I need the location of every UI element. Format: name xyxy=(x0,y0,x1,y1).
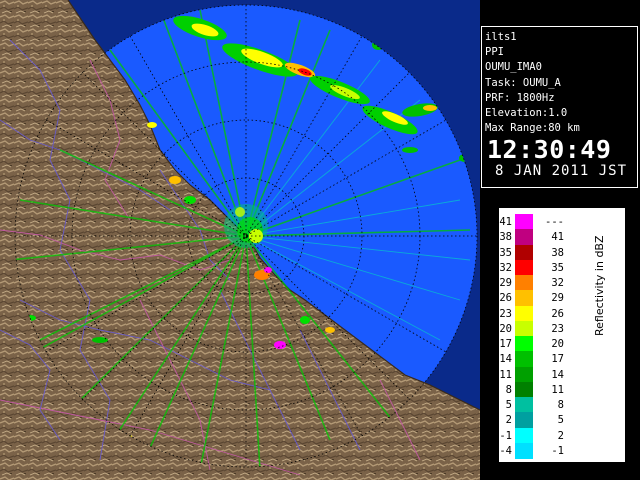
legend-swatch xyxy=(515,290,533,306)
legend-swatch xyxy=(515,412,533,428)
reflectivity-legend: >41 38 35 32 29 26 23 20 17 14 11 8 5 2 -1 -4 --- 41 38 35… xyxy=(493,207,626,463)
legend-unit-label: Reflectivity in dBZ xyxy=(593,235,606,336)
legend-right-label: -1 xyxy=(551,444,564,457)
legend-right-label: 32 xyxy=(551,277,564,289)
legend-left-label: 17 xyxy=(499,338,512,350)
observation-date: 8 JAN 2011 JST xyxy=(495,163,628,180)
legend-swatch xyxy=(515,366,533,383)
info-panel: ilts1 PPI OUMU_IMA0 Task: OUMU_A PRF: 18… xyxy=(481,26,638,188)
legend-swatch xyxy=(515,381,533,398)
legend-left-label: 29 xyxy=(499,277,512,289)
prf-value: PRF: 1800Hz xyxy=(485,91,555,104)
legend-left-label: 32 xyxy=(499,261,512,274)
legend-left-label: 35 xyxy=(499,246,512,259)
legend-swatch xyxy=(515,442,533,459)
legend-left-label: 14 xyxy=(499,353,512,366)
legend-swatch xyxy=(515,336,533,352)
legend-left-label: -1 xyxy=(499,429,512,442)
task-name: Task: OUMU_A xyxy=(485,76,561,89)
legend-left-label: 11 xyxy=(499,368,512,381)
legend-color-scale xyxy=(515,214,533,459)
legend-right-label: 41 xyxy=(551,231,564,244)
product-type: PPI xyxy=(485,46,504,59)
legend-left-label: 26 xyxy=(499,292,512,305)
legend-right-label: 26 xyxy=(551,307,564,320)
legend-right-label: 11 xyxy=(551,383,564,396)
legend-left-label: 38 xyxy=(499,231,512,244)
legend-right-label: 20 xyxy=(551,338,564,350)
legend-swatch xyxy=(515,397,533,413)
legend-right-label: 2 xyxy=(557,429,564,442)
legend-left-label: 8 xyxy=(505,383,512,396)
legend-swatch xyxy=(515,214,533,230)
legend-right-label: 38 xyxy=(551,246,564,259)
legend-right-label: 17 xyxy=(551,353,564,366)
legend-right-label: 29 xyxy=(551,292,564,305)
legend-swatch xyxy=(515,305,533,322)
legend-right-label: 14 xyxy=(551,368,564,381)
legend-left-label: 2 xyxy=(505,414,512,427)
legend-right-label: 8 xyxy=(557,399,564,411)
legend-left-label: -4 xyxy=(499,444,512,457)
station-name: ilts1 xyxy=(485,31,517,43)
legend-swatch xyxy=(515,275,533,291)
legend-swatch xyxy=(515,320,533,337)
radar-ppi-map xyxy=(0,0,480,480)
legend-swatch xyxy=(515,229,533,245)
legend-left-label: 23 xyxy=(499,307,512,320)
elevation-value: Elevation:1.0 xyxy=(485,107,568,120)
site-name: OUMU_IMA0 xyxy=(485,61,542,74)
legend-right-label: --- xyxy=(545,216,564,228)
legend-swatch xyxy=(515,244,533,261)
legend-left-label: 20 xyxy=(499,322,512,335)
observation-time: 12:30:49 xyxy=(487,135,612,165)
legend-right-label: 35 xyxy=(551,261,564,274)
legend-swatch xyxy=(515,351,533,367)
legend-swatch xyxy=(515,427,533,444)
legend-right-label: 23 xyxy=(551,322,564,335)
max-range-value: Max Range:80 km xyxy=(485,122,580,135)
legend-right-label: 5 xyxy=(557,414,564,427)
legend-swatch xyxy=(515,259,533,276)
legend-left-label: 5 xyxy=(505,399,512,411)
legend-left-label: >41 xyxy=(493,216,512,228)
